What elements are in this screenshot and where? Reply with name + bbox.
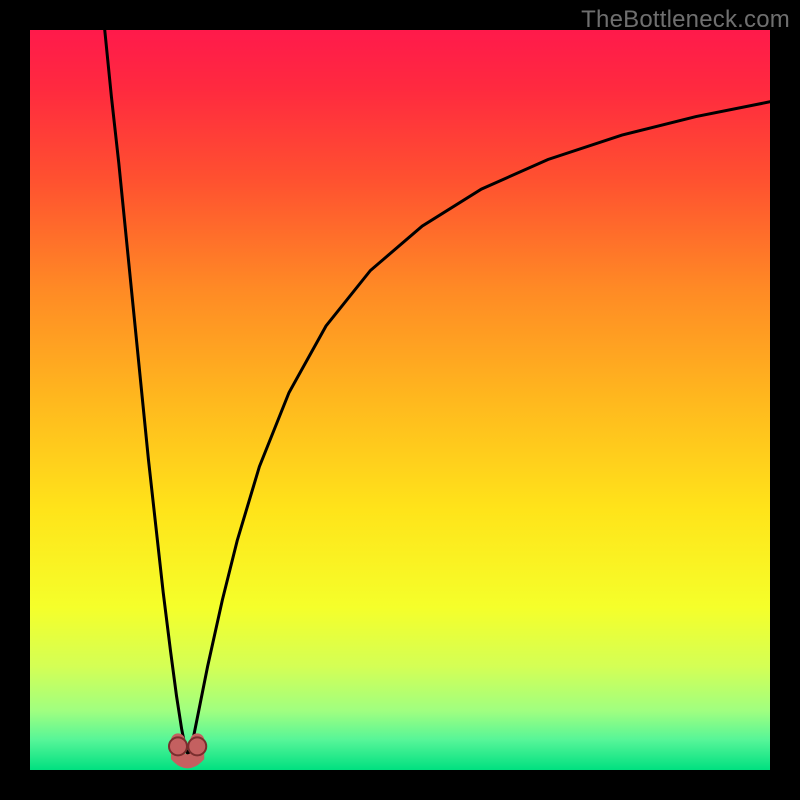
chart-frame (30, 30, 770, 770)
marker-trough-left (169, 737, 187, 755)
bottleneck-chart (30, 30, 770, 770)
marker-trough-right (188, 737, 206, 755)
